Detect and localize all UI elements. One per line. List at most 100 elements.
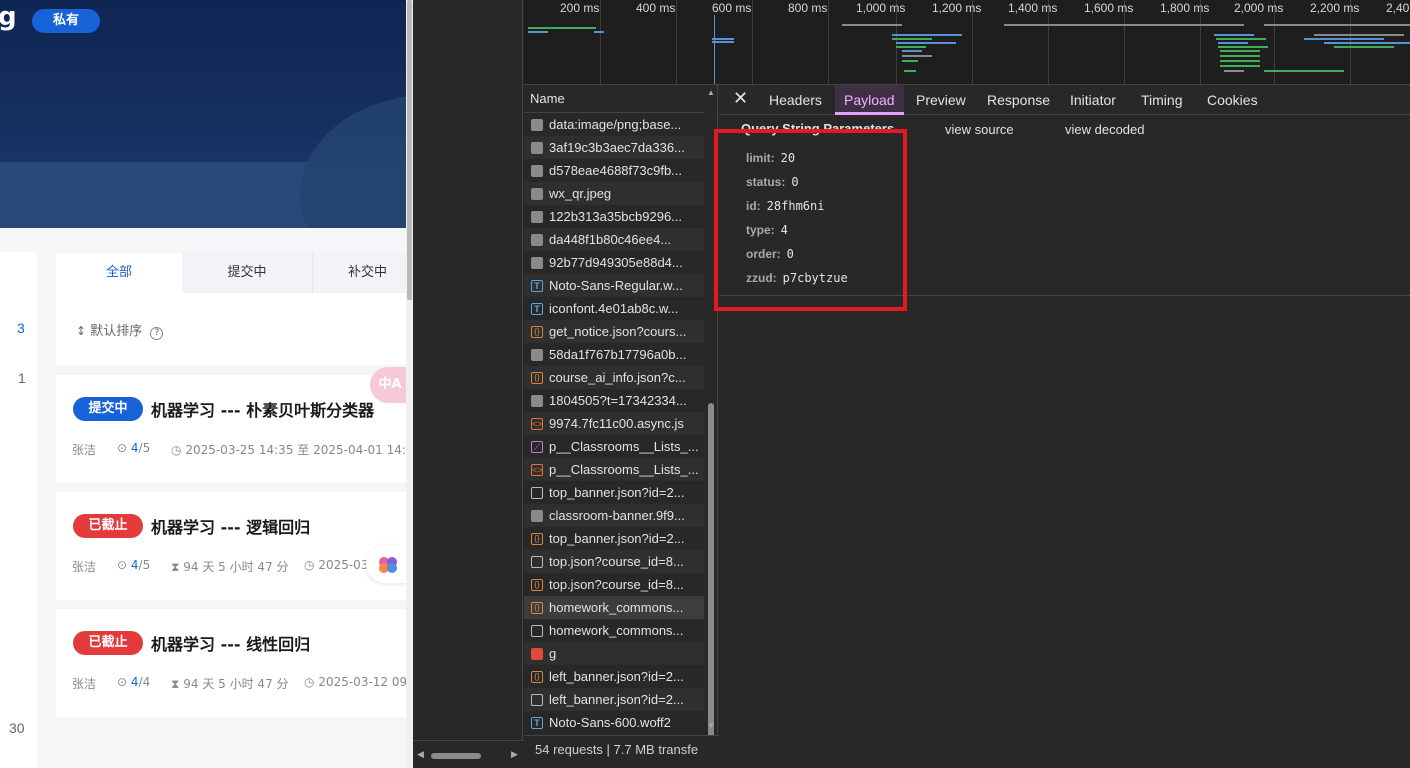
timeline-request-bar [1324, 42, 1410, 44]
scroll-down-arrow[interactable]: ▼ [706, 721, 716, 730]
scroll-right-arrow[interactable]: ▶ [511, 749, 518, 760]
ai-assistant-button[interactable] [366, 545, 410, 583]
tab-headers[interactable]: Headers [769, 85, 829, 115]
request-row[interactable]: top.json?course_id=8... [524, 550, 704, 573]
timeline-tick-label: 2,40 [1386, 1, 1410, 15]
request-row[interactable]: homework_commons... [524, 619, 704, 642]
font-icon: T [531, 717, 543, 729]
request-name: p__Classrooms__Lists_... [549, 462, 699, 477]
font-icon: T [531, 280, 543, 292]
request-name: top_banner.json?id=2... [549, 531, 685, 546]
hourglass-icon: ⧗ [171, 677, 180, 691]
request-row[interactable]: {} left_banner.json?id=2... [524, 665, 704, 688]
sidebar-count[interactable]: 1 [18, 370, 26, 386]
timeline-tick-label: 1,400 ms [1008, 1, 1058, 15]
close-icon[interactable]: ✕ [733, 88, 748, 109]
homework-title[interactable]: 机器学习 --- 线性回归 [151, 631, 310, 655]
translate-button[interactable]: 中A [370, 367, 410, 403]
request-row[interactable]: 122b313a35bcb9296... [524, 205, 704, 228]
request-row[interactable]: <> p__Classrooms__Lists_... [524, 458, 704, 481]
request-row[interactable]: data:image/png;base... [524, 113, 704, 136]
author-name: 张洁 [72, 560, 97, 574]
network-overview-timeline[interactable]: 200 ms 400 ms 600 ms 800 ms 1,000 ms 1,200 ms… [524, 0, 1410, 85]
timeline-request-bar [1220, 65, 1260, 67]
request-row[interactable]: {} top.json?course_id=8... [524, 573, 704, 596]
tab-preview[interactable]: Preview [916, 85, 976, 115]
timeline-request-bar [1314, 34, 1404, 36]
request-row[interactable]: classroom-banner.9f9... [524, 504, 704, 527]
request-row[interactable]: wx_qr.jpeg [524, 182, 704, 205]
view-source-link[interactable]: view source [945, 122, 1014, 137]
request-row[interactable]: <> 9974.7fc11c00.async.js [524, 412, 704, 435]
image-icon [531, 142, 543, 154]
request-name: classroom-banner.9f9... [549, 508, 685, 523]
request-row[interactable]: left_banner.json?id=2... [524, 688, 704, 711]
scroll-up-arrow[interactable]: ▲ [706, 88, 716, 97]
request-row[interactable]: g [524, 642, 704, 665]
request-row[interactable]: {} course_ai_info.json?c... [524, 366, 704, 389]
request-row[interactable]: 92b77d949305e88d4... [524, 251, 704, 274]
request-name: d578eae4688f73c9fb... [549, 163, 683, 178]
picture-icon: ⟋ [531, 441, 543, 453]
image-icon [531, 648, 543, 660]
course-banner: g 私有 [0, 0, 406, 228]
horizontal-scrollbar[interactable]: ◀ ▶ [413, 740, 524, 768]
request-row[interactable]: Ticonfont.4e01ab8c.w... [524, 297, 704, 320]
tab-payload[interactable]: Payload [835, 85, 904, 115]
timeline-request-bar [842, 24, 902, 26]
sidebar-count[interactable]: 3 [17, 320, 25, 336]
timeline-gridline [600, 0, 601, 84]
request-row[interactable]: T Noto-Sans-600.woff2 [524, 711, 704, 734]
tab-all[interactable]: 全部 [56, 253, 182, 293]
page-scrollbar[interactable] [406, 0, 413, 768]
tab-response[interactable]: Response [987, 85, 1057, 115]
request-row[interactable]: 1804505?t=17342334... [524, 389, 704, 412]
time-range: ◷ 2025-03-12 09:0 [304, 675, 413, 689]
tab-initiator[interactable]: Initiator [1070, 85, 1132, 115]
timeline-request-bar [528, 31, 548, 33]
timeline-request-bar [904, 70, 916, 72]
request-name: 92b77d949305e88d4... [549, 255, 683, 270]
tab-late-submission[interactable]: 补交中 [312, 253, 413, 293]
name-column-header[interactable]: Name [524, 85, 704, 113]
check-circle-icon: ⊙ [117, 441, 128, 455]
scroll-left-arrow[interactable]: ◀ [417, 749, 424, 760]
tab-timing[interactable]: Timing [1141, 85, 1191, 115]
request-row[interactable]: d578eae4688f73c9fb... [524, 159, 704, 182]
request-row[interactable]: 58da1f767b17796a0b... [524, 343, 704, 366]
homework-card[interactable]: 提交中 机器学习 --- 朴素贝叶斯分类器 张洁 ⊙ 4/5 ◷ 2025-03… [56, 375, 413, 483]
homework-title[interactable]: 机器学习 --- 逻辑回归 [151, 514, 310, 538]
homework-card[interactable]: 已截止 机器学习 --- 线性回归 张洁 ⊙ 4/4 ⧗ 94 天 5 小时 4… [56, 609, 413, 717]
timeline-tick-label: 1,000 ms [856, 1, 906, 15]
timeline-request-bar [1334, 46, 1394, 48]
tab-submitting[interactable]: 提交中 [182, 253, 312, 293]
view-decoded-link[interactable]: view decoded [1065, 122, 1145, 137]
request-row[interactable]: T Noto-Sans-Regular.w... [524, 274, 704, 297]
request-row[interactable]: ⟋ p__Classrooms__Lists_... [524, 435, 704, 458]
sidebar-count[interactable]: 30 [9, 720, 25, 736]
request-row[interactable]: top_banner.json?id=2... [524, 481, 704, 504]
sort-icon: ↕ [76, 324, 87, 338]
red-highlight-annotation [714, 129, 907, 311]
timeline-request-bar [1264, 70, 1344, 72]
homework-title[interactable]: 机器学习 --- 朴素贝叶斯分类器 [151, 397, 374, 421]
timeline-tick-label: 2,000 ms [1234, 1, 1284, 15]
help-icon[interactable]: ? [150, 327, 164, 340]
timeline-request-bar [1224, 70, 1244, 72]
request-row[interactable]: {} top_banner.json?id=2... [524, 527, 704, 550]
request-row[interactable]: {} get_notice.json?cours... [524, 320, 704, 343]
homework-card[interactable]: 已截止 机器学习 --- 逻辑回归 张洁 ⊙ 4/5 ⧗ 94 天 5 小时 4… [56, 492, 406, 600]
request-row[interactable]: 3af19c3b3aec7da336... [524, 136, 704, 159]
request-row[interactable]: {} homework_commons... [524, 596, 704, 619]
script-icon: <> [531, 464, 543, 476]
tab-cookies[interactable]: Cookies [1207, 85, 1267, 115]
horizontal-scroll-thumb[interactable] [431, 753, 481, 759]
json-icon: {} [531, 372, 543, 384]
filter-row: ↕ 默认排序 ? [56, 293, 406, 365]
request-row[interactable]: da448f1b80c46ee4... [524, 228, 704, 251]
sort-dropdown[interactable]: ↕ 默认排序 ? [76, 320, 164, 340]
timeline-tick-label: 2,200 ms [1310, 1, 1360, 15]
request-list-scroll-thumb[interactable] [708, 403, 714, 768]
page-scroll-thumb[interactable] [407, 0, 412, 300]
overdue-duration: ⧗ 94 天 5 小时 47 分 [171, 677, 289, 691]
